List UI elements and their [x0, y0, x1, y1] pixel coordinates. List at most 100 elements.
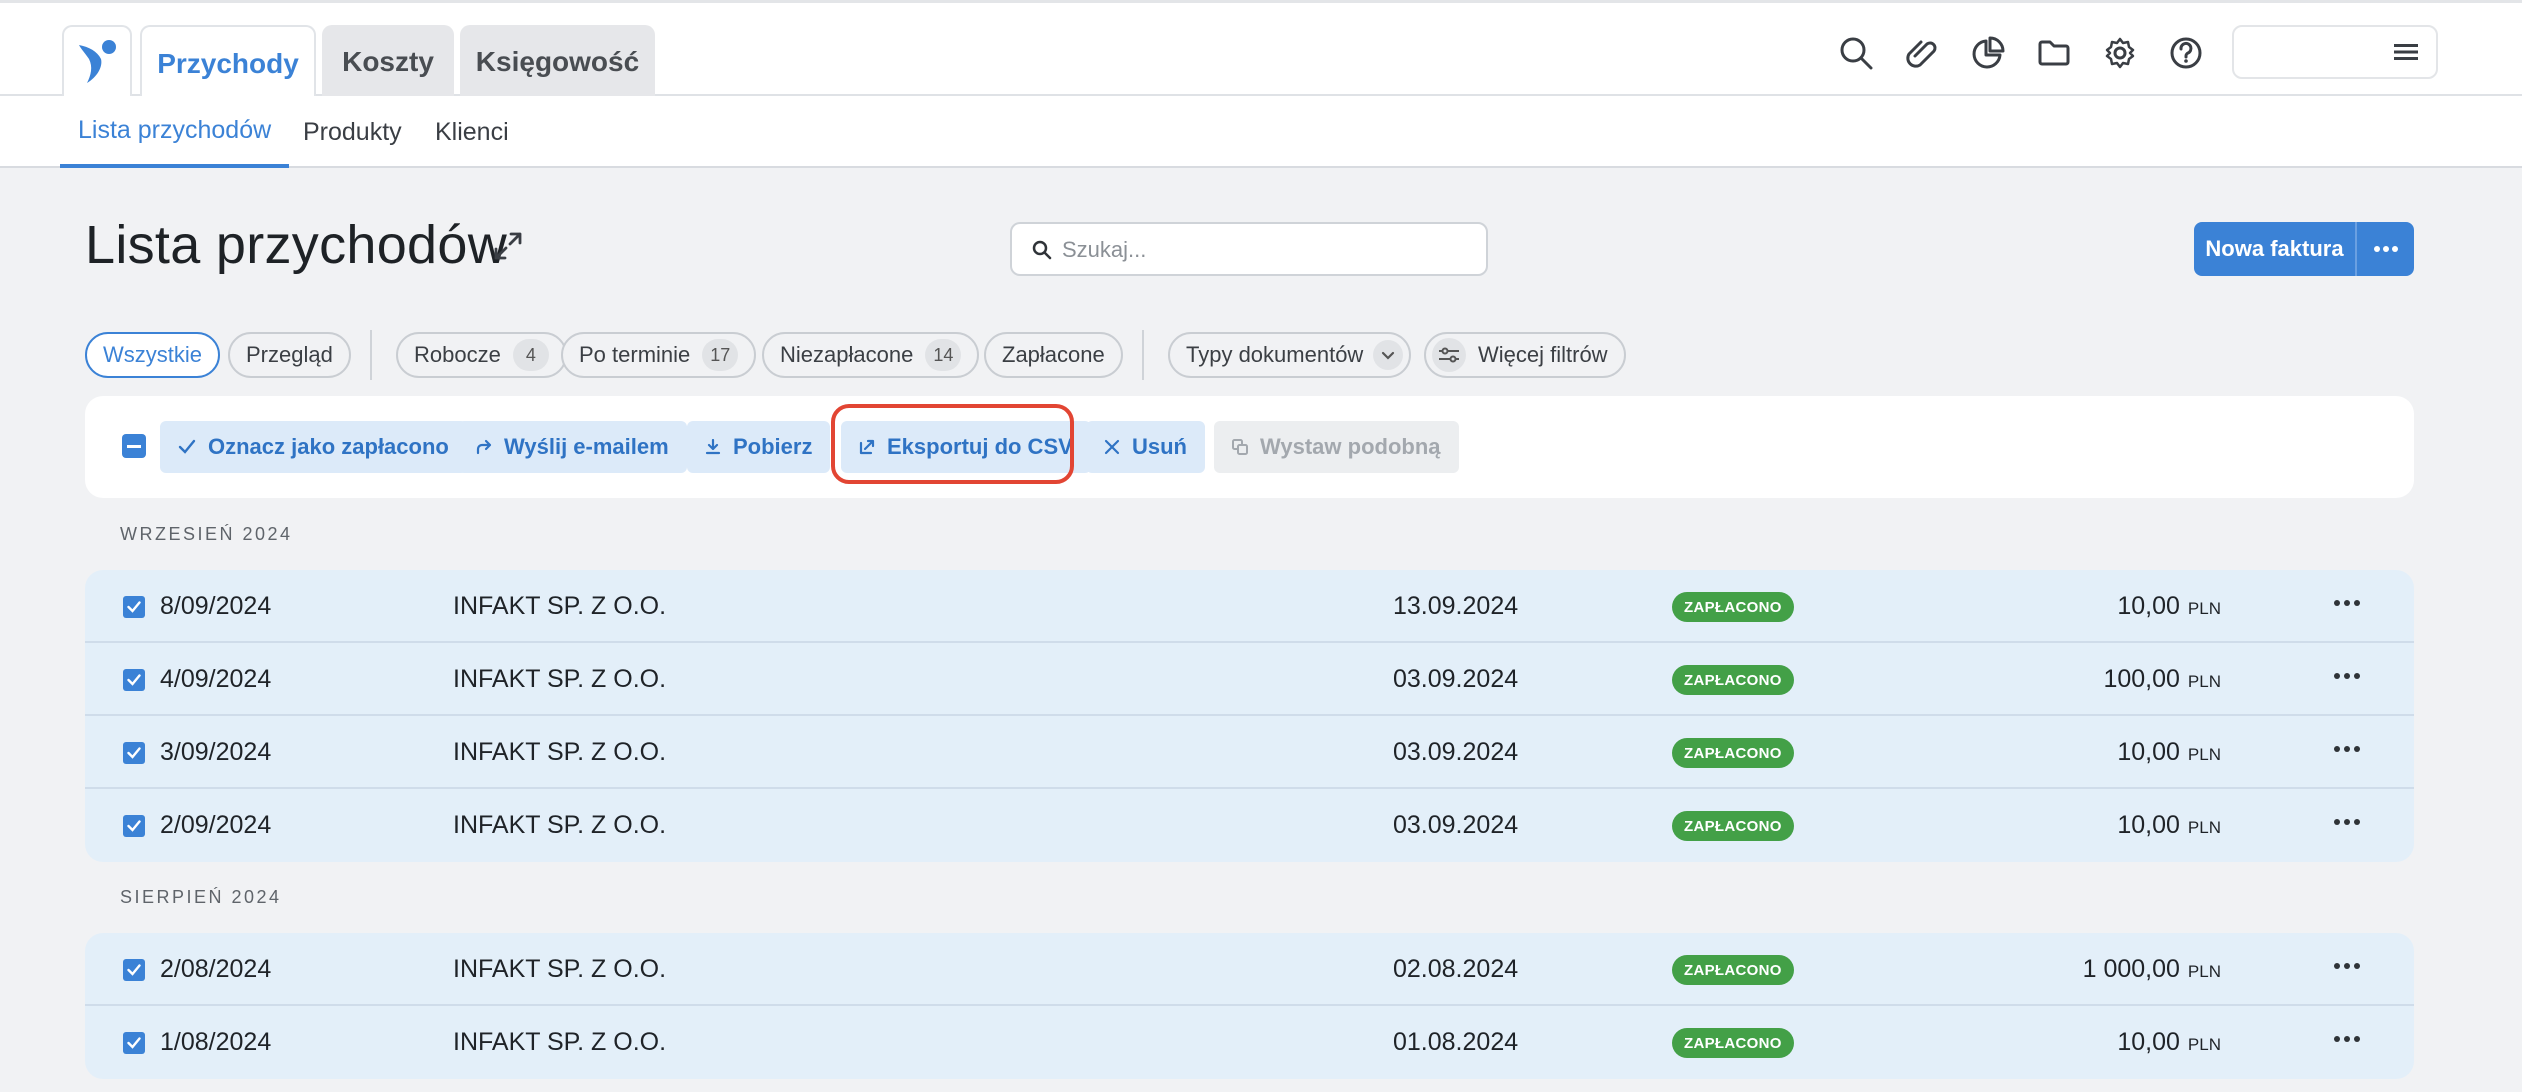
- filter-draft[interactable]: Robocze 4: [396, 332, 567, 378]
- invoice-number[interactable]: 3/09/2024: [160, 738, 271, 767]
- send-email-button[interactable]: Wyślij e-mailem: [458, 421, 687, 473]
- subtab-lista-przychodow[interactable]: Lista przychodów: [60, 96, 290, 168]
- chevron-down-icon: [1373, 340, 1404, 370]
- filter-more-label: Więcej filtrów: [1478, 342, 1608, 367]
- invoice-date: 02.08.2024: [1393, 955, 1519, 983]
- invoice-date: 03.09.2024: [1393, 665, 1519, 693]
- invoice-date: 03.09.2024: [1393, 738, 1519, 766]
- search-icon[interactable]: [1836, 33, 1876, 73]
- row-checkbox[interactable]: [123, 669, 145, 691]
- filter-unpaid[interactable]: Niezapłacone 14: [762, 332, 980, 378]
- subtab-klienci[interactable]: Klienci: [417, 96, 527, 168]
- amount: 10,00 PLN: [2117, 738, 2221, 767]
- currency: PLN: [2187, 599, 2221, 618]
- expand-icon[interactable]: [492, 230, 524, 267]
- page-title: Lista przychodów: [85, 215, 508, 275]
- tab-przychody[interactable]: Przychody: [140, 25, 316, 101]
- client-name: INFAKT SP. Z O.O.: [453, 955, 667, 983]
- row-more-icon[interactable]: [2334, 1036, 2360, 1042]
- status-badge: ZAPŁACONO: [1672, 592, 1794, 622]
- amount: 10,00 PLN: [2117, 1028, 2221, 1057]
- forward-icon: [476, 439, 492, 455]
- row-more-icon[interactable]: [2334, 600, 2360, 606]
- row-checkbox[interactable]: [123, 596, 145, 618]
- filter-all[interactable]: Wszystkie: [85, 332, 220, 378]
- subtab-produkty[interactable]: Produkty: [285, 96, 420, 168]
- currency: PLN: [2187, 745, 2221, 764]
- row-more-icon[interactable]: [2334, 819, 2360, 825]
- row-checkbox[interactable]: [123, 959, 145, 981]
- invoice-number[interactable]: 1/08/2024: [160, 1028, 271, 1057]
- group-label-september: WRZESIEŃ 2024: [120, 524, 293, 544]
- filter-draft-label: Robocze: [414, 342, 501, 367]
- check-icon: [178, 439, 196, 455]
- tab-ksiegowosc[interactable]: Księgowość: [460, 25, 655, 99]
- filter-draft-count: 4: [512, 339, 549, 371]
- table-row[interactable]: 2/09/2024 INFAKT SP. Z O.O. 03.09.2024 Z…: [85, 789, 2414, 862]
- row-more-icon[interactable]: [2334, 746, 2360, 752]
- bird-logo-icon: [79, 40, 116, 83]
- tab-koszty[interactable]: Koszty: [322, 25, 454, 99]
- table-row[interactable]: 8/09/2024 INFAKT SP. Z O.O. 13.09.2024 Z…: [85, 570, 2414, 643]
- currency: PLN: [2187, 962, 2221, 981]
- table-row[interactable]: 2/08/2024 INFAKT SP. Z O.O. 02.08.2024 Z…: [85, 933, 2414, 1006]
- status-badge: ZAPŁACONO: [1672, 738, 1794, 768]
- search-field[interactable]: [1010, 222, 1488, 276]
- currency: PLN: [2187, 1035, 2221, 1054]
- pie-chart-icon[interactable]: [1968, 33, 2008, 73]
- filter-doc-types-label: Typy dokumentów: [1186, 342, 1364, 367]
- amount-value: 100,00: [2103, 665, 2180, 693]
- invoice-number[interactable]: 8/09/2024: [160, 592, 271, 621]
- row-checkbox[interactable]: [123, 1032, 145, 1054]
- amount-value: 10,00: [2117, 1028, 2180, 1056]
- invoice-date: 13.09.2024: [1393, 592, 1519, 620]
- table-row[interactable]: 4/09/2024 INFAKT SP. Z O.O. 03.09.2024 Z…: [85, 643, 2414, 716]
- filter-paid[interactable]: Zapłacone: [984, 332, 1123, 378]
- delete-button[interactable]: Usuń: [1086, 421, 1205, 473]
- filter-overdue-count: 17: [702, 339, 739, 371]
- filter-overview[interactable]: Przegląd: [228, 332, 351, 378]
- select-all-checkbox[interactable]: [122, 434, 146, 458]
- client-name: INFAKT SP. Z O.O.: [453, 1028, 667, 1056]
- invoice-group-august: 2/08/2024 INFAKT SP. Z O.O. 02.08.2024 Z…: [85, 933, 2414, 1079]
- mark-paid-button[interactable]: Oznacz jako zapłacono: [160, 421, 467, 473]
- paperclip-icon[interactable]: [1902, 33, 1942, 73]
- delete-label: Usuń: [1132, 434, 1187, 459]
- send-email-label: Wyślij e-mailem: [504, 434, 669, 459]
- help-icon[interactable]: [2166, 33, 2206, 73]
- gear-icon[interactable]: [2100, 33, 2140, 73]
- user-menu[interactable]: [2232, 25, 2438, 79]
- new-invoice-button[interactable]: Nowa faktura: [2194, 222, 2355, 276]
- invoice-number[interactable]: 4/09/2024: [160, 665, 271, 694]
- row-checkbox[interactable]: [123, 815, 145, 837]
- filter-doc-types[interactable]: Typy dokumentów: [1168, 332, 1412, 378]
- table-row[interactable]: 1/08/2024 INFAKT SP. Z O.O. 01.08.2024 Z…: [85, 1006, 2414, 1079]
- filter-overview-label: Przegląd: [246, 342, 333, 367]
- amount: 10,00 PLN: [2117, 811, 2221, 840]
- sub-navigation: Lista przychodów Produkty Klienci: [0, 96, 2522, 168]
- more-actions-button[interactable]: [2355, 222, 2414, 276]
- row-more-icon[interactable]: [2334, 673, 2360, 679]
- filter-divider: [370, 330, 372, 380]
- status-badge: ZAPŁACONO: [1672, 955, 1794, 985]
- row-checkbox[interactable]: [123, 742, 145, 764]
- filter-overdue[interactable]: Po terminie 17: [561, 332, 757, 378]
- filter-unpaid-label: Niezapłacone: [780, 342, 914, 367]
- filter-more[interactable]: Więcej filtrów: [1424, 332, 1626, 378]
- issue-similar-button[interactable]: Wystaw podobną: [1214, 421, 1459, 473]
- table-row[interactable]: 3/09/2024 INFAKT SP. Z O.O. 03.09.2024 Z…: [85, 716, 2414, 789]
- download-button[interactable]: Pobierz: [687, 421, 831, 473]
- row-more-icon[interactable]: [2334, 963, 2360, 969]
- search-input[interactable]: [1062, 234, 1462, 266]
- sliders-icon: [1432, 338, 1466, 372]
- amount: 100,00 PLN: [2103, 665, 2221, 694]
- folder-icon[interactable]: [2034, 33, 2074, 73]
- currency: PLN: [2187, 672, 2221, 691]
- invoice-date: 03.09.2024: [1393, 811, 1519, 839]
- top-bar: Przychody Koszty Księgowość: [0, 0, 2522, 101]
- app-logo[interactable]: [62, 25, 132, 97]
- invoice-number[interactable]: 2/08/2024: [160, 955, 271, 984]
- close-icon: [1104, 439, 1120, 455]
- bulk-action-bar: Oznacz jako zapłacono Wyślij e-mailem Po…: [85, 396, 2414, 498]
- invoice-number[interactable]: 2/09/2024: [160, 811, 271, 840]
